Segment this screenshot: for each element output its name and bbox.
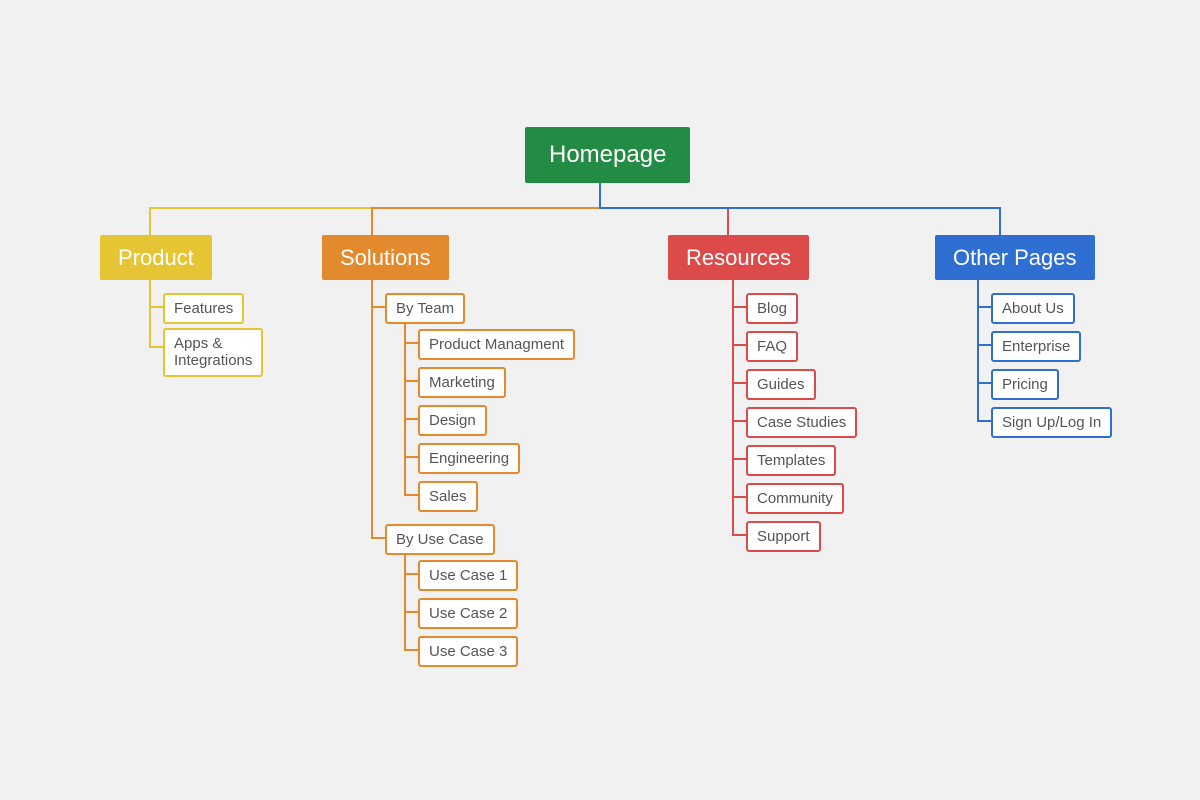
sitemap-diagram: Homepage Product Solutions Resources Oth… bbox=[0, 0, 1200, 800]
leaf-community: Community bbox=[746, 483, 844, 514]
leaf-product-management: Product Managment bbox=[418, 329, 575, 360]
leaf-sign-up-log-in: Sign Up/Log In bbox=[991, 407, 1112, 438]
leaf-use-case-1: Use Case 1 bbox=[418, 560, 518, 591]
section-node-other-pages: Other Pages bbox=[935, 235, 1095, 280]
leaf-features: Features bbox=[163, 293, 244, 324]
leaf-pricing: Pricing bbox=[991, 369, 1059, 400]
group-by-team: By Team bbox=[385, 293, 465, 324]
group-by-use-case: By Use Case bbox=[385, 524, 495, 555]
leaf-faq: FAQ bbox=[746, 331, 798, 362]
leaf-apps-integrations: Apps & Integrations bbox=[163, 328, 263, 377]
leaf-marketing: Marketing bbox=[418, 367, 506, 398]
leaf-guides: Guides bbox=[746, 369, 816, 400]
section-node-solutions: Solutions bbox=[322, 235, 449, 280]
leaf-use-case-2: Use Case 2 bbox=[418, 598, 518, 629]
leaf-blog: Blog bbox=[746, 293, 798, 324]
section-node-resources: Resources bbox=[668, 235, 809, 280]
leaf-about-us: About Us bbox=[991, 293, 1075, 324]
leaf-templates: Templates bbox=[746, 445, 836, 476]
leaf-design: Design bbox=[418, 405, 487, 436]
leaf-sales: Sales bbox=[418, 481, 478, 512]
leaf-engineering: Engineering bbox=[418, 443, 520, 474]
root-node-homepage: Homepage bbox=[525, 127, 690, 183]
leaf-case-studies: Case Studies bbox=[746, 407, 857, 438]
leaf-support: Support bbox=[746, 521, 821, 552]
leaf-use-case-3: Use Case 3 bbox=[418, 636, 518, 667]
leaf-enterprise: Enterprise bbox=[991, 331, 1081, 362]
section-node-product: Product bbox=[100, 235, 212, 280]
